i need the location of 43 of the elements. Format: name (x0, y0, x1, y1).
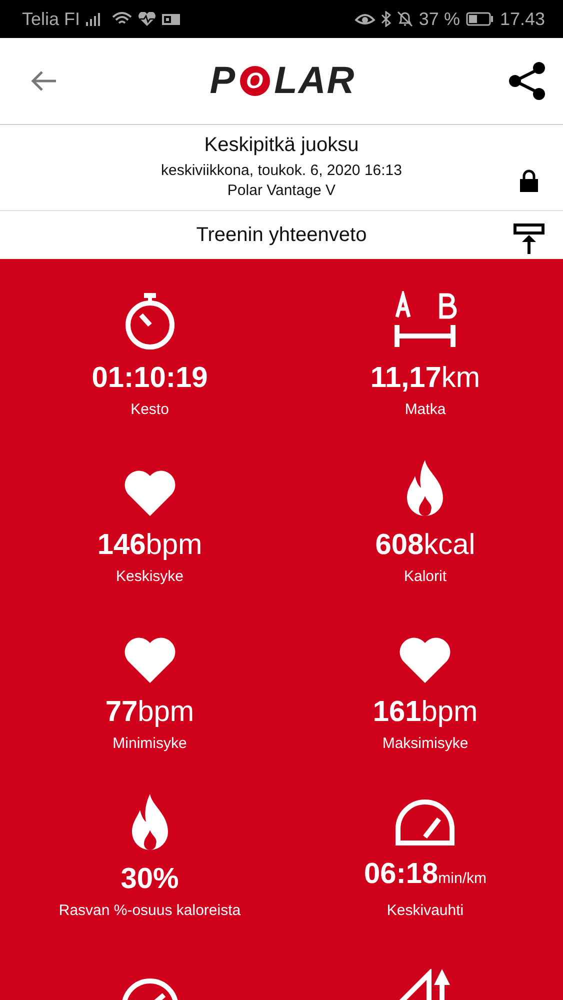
gauge-icon (120, 977, 180, 1000)
stat-label: Rasvan %-osuus kaloreista (58, 902, 241, 919)
stat-value: 146bpm (97, 528, 202, 562)
heart-icon (122, 468, 177, 518)
ascent-icon (399, 969, 452, 1000)
bell-off-icon (396, 11, 413, 27)
session-title: Keskipitkä juoksu (203, 134, 360, 157)
stat-label: Maksimisyke (382, 735, 468, 752)
device-name: Polar Vantage V (226, 181, 337, 201)
speedometer-icon (395, 797, 456, 847)
pin-to-top-icon[interactable] (513, 223, 545, 255)
stat-value: 608kcal (375, 528, 476, 562)
eye-icon (354, 12, 375, 26)
stat-label: Matka (404, 401, 446, 418)
battery-icon (466, 12, 494, 26)
session-date: keskiviikkona, toukok. 6, 2020 16:13 (160, 161, 403, 181)
stat-label: Kalorit (404, 568, 447, 585)
stat-value: 161bpm (372, 695, 478, 729)
flame-icon (130, 792, 170, 852)
stat-value: 06:18min/km (364, 857, 486, 892)
stopwatch-icon (122, 291, 177, 351)
wifi-icon (112, 12, 132, 26)
stat-label: Kesto (130, 401, 169, 418)
battery-percent: 37 % (418, 8, 460, 30)
carrier-name: Telia FI (22, 8, 80, 30)
share-icon[interactable] (506, 61, 547, 101)
flame-icon (405, 458, 446, 518)
stat-label: Keskivauhti (386, 902, 464, 919)
stat-value: 11,17km (370, 361, 480, 395)
stat-label: Minimisyke (112, 735, 187, 752)
heart-icon (122, 635, 177, 685)
section-title: Treenin yhteenveto (196, 224, 367, 246)
mail-icon (162, 12, 180, 26)
stat-value: 01:10:19 (92, 361, 208, 395)
back-arrow-icon[interactable] (30, 69, 58, 93)
lock-icon[interactable] (519, 169, 539, 193)
bluetooth-icon (380, 11, 391, 27)
stat-value: 30% (120, 862, 179, 896)
heart-rate-icon (138, 12, 156, 26)
stat-label: Keskisyke (116, 568, 184, 585)
heart-icon (398, 635, 452, 685)
stat-value: 77bpm (105, 695, 194, 729)
clock-time: 17.43 (500, 8, 545, 30)
